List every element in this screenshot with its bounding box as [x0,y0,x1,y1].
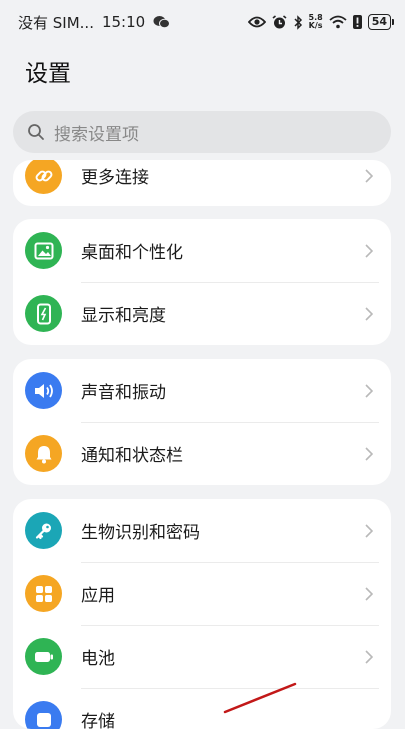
storage-icon [25,701,62,729]
settings-group-system: 生物识别和密码 应用 电池 存储 [13,499,391,729]
settings-item-label: 更多连接 [81,168,149,188]
eye-icon [247,16,266,28]
clock-time: 15:10 [101,13,146,31]
page-title: 设置 [25,61,71,87]
settings-item-apps[interactable]: 应用 [13,562,391,625]
search-icon [27,123,45,141]
settings-item-notifications-statusbar[interactable]: 通知和状态栏 [13,422,391,485]
settings-item-display-brightness[interactable]: 显示和亮度 [13,282,391,345]
chevron-right-icon [363,242,375,260]
chevron-right-icon [363,382,375,400]
bell-icon [25,435,62,472]
chevron-right-icon [363,522,375,540]
speed-unit: K/s [308,21,323,30]
settings-group-connection: 更多连接 [13,160,391,206]
settings-item-label: 显示和亮度 [81,306,166,326]
search-bar[interactable]: 搜索设置项 [13,111,391,153]
search-placeholder: 搜索设置项 [54,124,139,145]
chevron-right-icon [363,167,375,185]
wechat-icon [153,15,171,29]
alert-icon [352,15,362,29]
settings-item-label: 声音和振动 [81,383,166,403]
battery-indicator: 54 [367,14,395,30]
settings-item-label: 电池 [81,649,115,669]
settings-item-desktop-personalization[interactable]: 桌面和个性化 [13,219,391,282]
bluetooth-icon [293,14,303,30]
apps-grid-icon [25,575,62,612]
phone-brightness-icon [25,295,62,332]
settings-group-display: 桌面和个性化 显示和亮度 [13,219,391,345]
carrier-text: 没有 SIM... [18,13,94,32]
settings-item-battery[interactable]: 电池 [13,625,391,688]
wifi-icon [329,15,347,29]
link-icon [25,160,62,194]
speaker-icon [25,372,62,409]
settings-item-label: 存储 [81,712,115,729]
chevron-right-icon [363,445,375,463]
image-icon [25,232,62,269]
settings-item-storage[interactable]: 存储 [13,688,391,729]
settings-item-label: 生物识别和密码 [81,523,200,543]
annotation-arrow-icon [223,682,297,714]
settings-group-sound: 声音和振动 通知和状态栏 [13,359,391,485]
network-speed: 5.8 K/s [309,14,323,30]
settings-item-label: 桌面和个性化 [81,243,183,263]
settings-item-label: 应用 [81,586,115,606]
settings-item-biometrics-password[interactable]: 生物识别和密码 [13,499,391,562]
settings-item-label: 通知和状态栏 [81,446,183,466]
key-icon [25,512,62,549]
alarm-icon [272,14,287,30]
chevron-right-icon [363,648,375,666]
settings-item-sound-vibration[interactable]: 声音和振动 [13,359,391,422]
status-bar: 没有 SIM... 15:10 5.8 K/s 54 [0,0,405,44]
chevron-right-icon [363,585,375,603]
chevron-right-icon [363,305,375,323]
settings-item-more-connections[interactable]: 更多连接 [13,160,391,206]
battery-icon [25,638,62,675]
